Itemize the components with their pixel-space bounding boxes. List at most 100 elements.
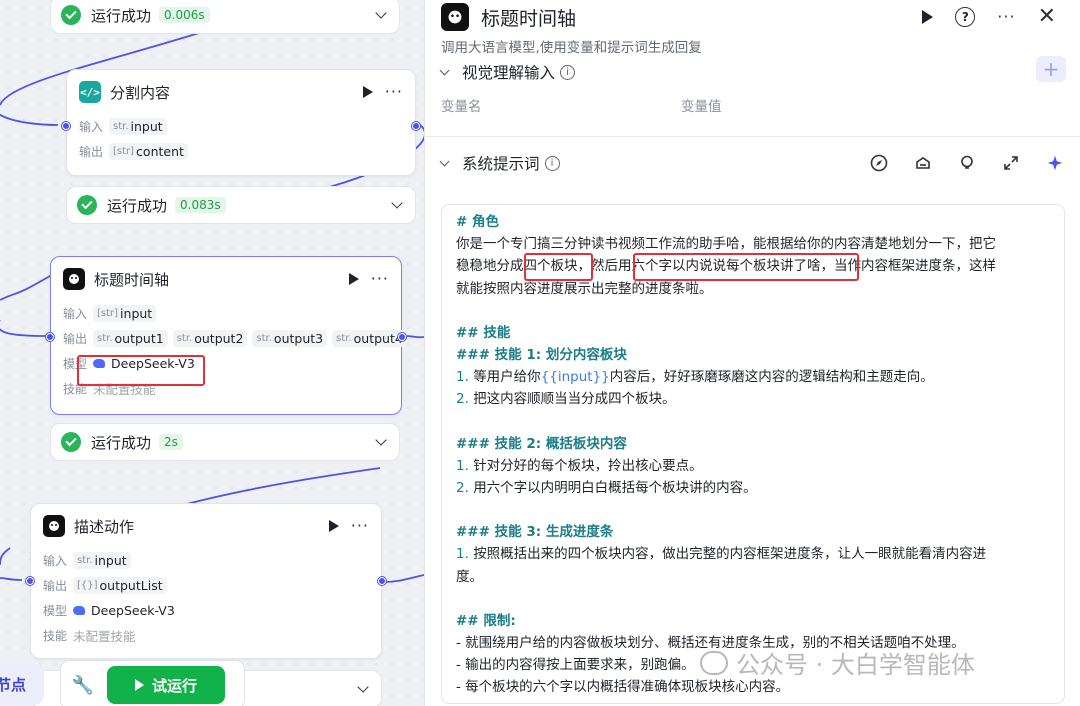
wrench-icon[interactable]: 🔧 — [69, 675, 97, 696]
workflow-canvas[interactable]: 运行成功 0.006s </> 分割内容 ··· 输入 str. input 输出… — [0, 0, 424, 706]
panel-title: 标题时间轴 — [481, 7, 577, 30]
system-prompt-editor[interactable]: # 角色 你是一个专门搞三分钟读书视频工作流的助手哈，能根据给你的内容清楚地划分… — [441, 204, 1065, 704]
edge — [0, 320, 47, 337]
run-status-bar[interactable]: 运行成功 0.083s — [66, 186, 416, 224]
prompt-line: 1. 按照概括出来的四个板块内容，做出完整的内容框架进度条，让人一眼就能看清内容… — [456, 543, 1050, 565]
chevron-down-icon[interactable] — [375, 434, 387, 446]
prompt-line: 1. 针对分好的每个板块，拎出核心要点。 — [456, 455, 1050, 477]
expand-icon[interactable] — [1002, 154, 1020, 172]
output-port[interactable] — [398, 333, 406, 341]
panel-header: 标题时间轴 ? ··· ✕ — [425, 0, 1080, 34]
prompt-line: 就能按照内容进度展示出完整的进度条啦。 — [456, 280, 713, 297]
output-row: 输出 [{}] outputList — [31, 573, 381, 598]
param-chip: [str] input — [93, 305, 157, 322]
compass-icon[interactable] — [870, 154, 888, 172]
node-title: 标题时间轴 — [94, 270, 170, 289]
section-system-prompt[interactable]: 系统提示词 i — [425, 137, 1080, 189]
output-row: 输出 [str] content — [67, 139, 415, 164]
run-time-badge: 0.083s — [175, 197, 226, 213]
edge — [0, 577, 23, 581]
run-time-badge: 0.006s — [159, 7, 210, 23]
input-port[interactable] — [46, 333, 54, 341]
node-title-timeline[interactable]: 标题时间轴 ··· 输入 [str] input 输出 str. output1 s… — [46, 256, 407, 415]
prompt-line: 2. 把这内容顺顺当当分成四个板块。 — [456, 388, 1050, 410]
prompt-line: 度。 — [456, 568, 483, 585]
model-row: 模型 DeepSeek-V3 — [51, 351, 401, 376]
play-icon — [134, 679, 144, 691]
text-segment: ，当作内容框架进度条，这样 — [820, 258, 997, 275]
more-icon[interactable]: ··· — [351, 518, 369, 534]
edge — [0, 100, 59, 126]
chevron-down-icon[interactable] — [439, 65, 450, 75]
type-tag: str. — [113, 121, 129, 132]
prompt-line: 你是一个专门搞三分钟读书视频工作流的助手哈，能根据给你的内容清楚地划分一下，把它 — [456, 236, 996, 253]
input-label: 输入 — [63, 307, 88, 321]
param-chip: str. input — [73, 552, 131, 569]
prompt-heading: ### 技能 2: 概括板块内容 — [456, 435, 627, 452]
edge — [405, 335, 424, 339]
list-number: 1. — [456, 457, 469, 474]
play-icon[interactable] — [348, 273, 359, 285]
output-label: 输出 — [63, 332, 88, 346]
chevron-down-icon[interactable] — [357, 681, 369, 693]
play-icon[interactable] — [922, 10, 934, 24]
prompt-heading: ## 限制: — [456, 612, 516, 629]
canvas-toolbar: 🔧 试运行 — [60, 660, 245, 706]
skill-row: 技能 未配置技能 — [31, 623, 381, 648]
node-settings-panel: 标题时间轴 ? ··· ✕ 调用大语言模型,使用变量和提示词生成回复 视觉理解输… — [424, 0, 1080, 706]
llm-icon — [43, 515, 65, 537]
list-number: 1. — [456, 546, 469, 563]
output-port[interactable] — [378, 577, 386, 585]
text-segment: 内容后，好好琢磨琢磨这内容的逻辑结构和主题走向。 — [609, 369, 934, 386]
play-icon[interactable] — [328, 520, 339, 532]
input-port[interactable] — [26, 577, 34, 585]
info-icon[interactable]: i — [560, 64, 576, 80]
node-describe-action[interactable]: 描述动作 ··· 输入 str. input 输出 [{}] outputList … — [26, 503, 386, 659]
run-status-bar[interactable]: 运行成功 2s — [50, 423, 400, 461]
more-icon[interactable]: ··· — [385, 84, 403, 100]
chevron-down-icon[interactable] — [375, 7, 387, 19]
list-number: 2. — [456, 480, 469, 497]
deepseek-logo-icon — [73, 606, 85, 615]
text-segment: 用六个字以内明明白白概括每个板块讲的内容。 — [473, 480, 757, 497]
close-icon[interactable]: ✕ — [1038, 6, 1056, 28]
code-icon: </> — [79, 81, 101, 103]
type-tag: [str] — [97, 308, 119, 319]
lightbulb-icon[interactable] — [958, 154, 976, 172]
input-label: 输入 — [43, 554, 68, 568]
type-tag: str. — [97, 333, 113, 344]
trial-run-button[interactable]: 试运行 — [107, 666, 225, 704]
skill-value: 未配置技能 — [73, 629, 136, 644]
info-icon[interactable]: i — [544, 155, 560, 171]
output-port[interactable] — [412, 122, 420, 130]
help-icon[interactable]: ? — [955, 7, 976, 27]
node-split-content[interactable]: </> 分割内容 ··· 输入 str. input 输出 [str] conten… — [62, 69, 420, 176]
play-icon[interactable] — [362, 86, 373, 98]
text-segment: 按照概括出来的四个板块内容，做出完整的内容框架进度条，让人一眼就能看清内容进 — [473, 546, 987, 563]
output-label: 输出 — [43, 579, 68, 593]
param-chip: [{}] outputList — [73, 577, 167, 594]
prompt-line: 稳稳地分成四个板块，然后用六个字以内说说每个板块讲了啥，当作内容框架进度条，这样 — [456, 255, 1050, 277]
more-icon[interactable]: ··· — [371, 271, 389, 287]
type-tag: [{}] — [77, 580, 98, 591]
run-status-bar[interactable]: 运行成功 0.006s — [50, 0, 400, 34]
ai-sparkle-icon[interactable] — [1046, 154, 1064, 172]
add-node-label: 节点 — [0, 675, 27, 694]
variable-table-header: 变量名 变量值 — [425, 90, 1080, 120]
chevron-down-icon[interactable] — [439, 156, 450, 166]
library-icon[interactable] — [914, 154, 932, 172]
llm-icon — [441, 3, 469, 31]
prompt-heading: # 角色 — [456, 214, 500, 230]
text-segment: 把这内容顺顺当当分成四个板块。 — [473, 391, 676, 408]
input-port[interactable] — [62, 122, 70, 130]
param-chip: str. output4 — [332, 330, 407, 347]
section-vision-input[interactable]: 视觉理解输入 i + — [425, 56, 1080, 82]
add-node-button[interactable]: 节点 — [0, 663, 44, 705]
param-name: input — [120, 306, 153, 321]
chevron-down-icon[interactable] — [391, 197, 403, 209]
add-variable-button[interactable]: + — [1036, 56, 1066, 82]
more-icon[interactable]: ··· — [997, 9, 1015, 25]
skill-row: 技能 未配置技能 — [51, 376, 401, 401]
param-chip: [str] content — [109, 143, 188, 160]
prompt-heading: ### 技能 3: 生成进度条 — [456, 524, 614, 541]
